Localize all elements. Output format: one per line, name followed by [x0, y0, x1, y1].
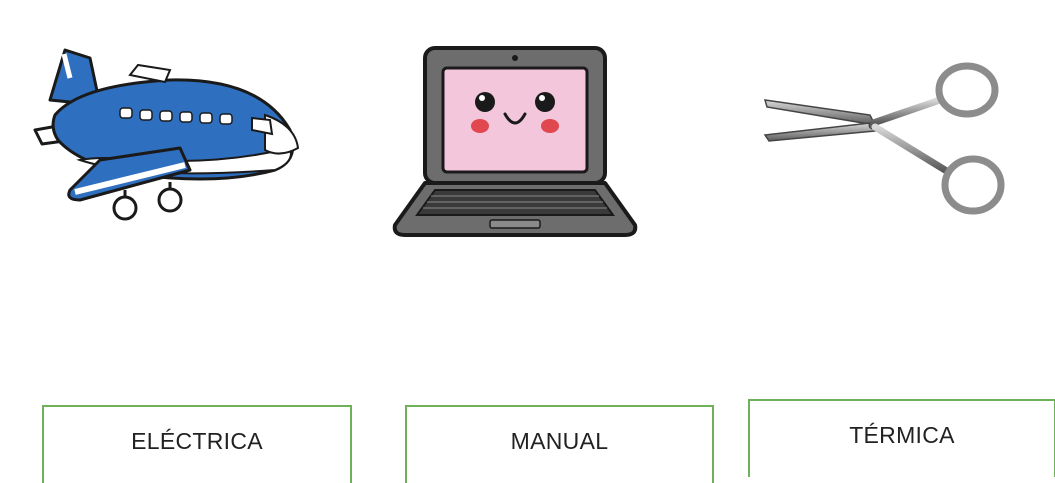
scissors-picture[interactable] [755, 55, 1025, 235]
label-box-termica[interactable]: TÉRMICA [748, 399, 1055, 477]
laptop-picture[interactable] [385, 30, 645, 250]
label-box-electrica[interactable]: ELÉCTRICA [42, 405, 352, 483]
label-manual: MANUAL [510, 427, 609, 454]
scissors-icon [763, 62, 1005, 215]
airplane-icon [33, 48, 300, 221]
label-termica: TÉRMICA [849, 421, 955, 448]
airplane-picture[interactable] [20, 30, 320, 230]
laptop-icon [392, 46, 638, 237]
label-electrica: ELÉCTRICA [131, 427, 263, 454]
label-box-manual[interactable]: MANUAL [405, 405, 714, 483]
